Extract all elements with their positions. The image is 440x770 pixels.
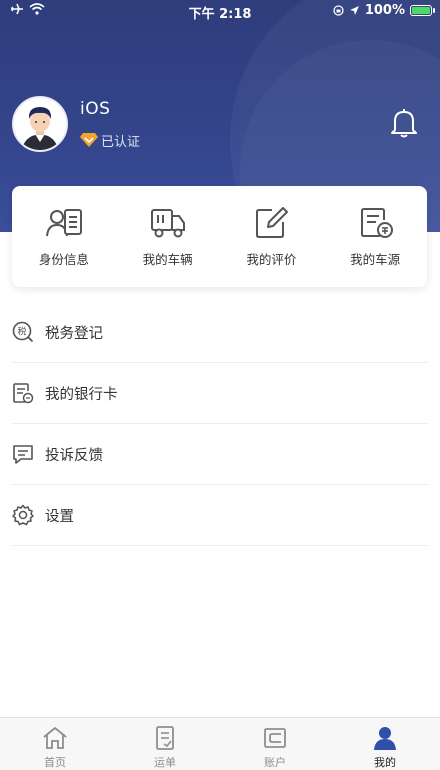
tax-icon: 税: [12, 321, 34, 343]
quick-action-reviews[interactable]: 我的评价: [220, 186, 324, 287]
profile-icon: [374, 727, 396, 750]
battery-icon: [410, 5, 435, 16]
tab-home[interactable]: 首页: [0, 718, 110, 770]
menu-item-label: 税务登记: [45, 325, 103, 342]
menu-item-settings[interactable]: 设置: [12, 485, 428, 546]
tab-label: 我的: [374, 756, 396, 769]
quick-action-label: 我的车源: [350, 252, 401, 267]
svg-text:税: 税: [17, 326, 26, 338]
battery-percent: 100%: [364, 3, 405, 18]
tab-account[interactable]: 账户: [220, 718, 330, 770]
quick-action-identity[interactable]: 身份信息: [12, 186, 116, 287]
username: iOS: [80, 98, 111, 119]
tab-waybill[interactable]: 运单: [110, 718, 220, 770]
quick-action-label: 身份信息: [38, 252, 89, 267]
lock-rotation-icon: [333, 5, 344, 16]
tab-bar: 首页 运单 账户 我的: [0, 717, 440, 770]
message-icon: [13, 445, 33, 464]
bank-card-icon: [13, 383, 34, 404]
verified-label: 已认证: [101, 134, 141, 150]
menu-item-label: 我的银行卡: [45, 386, 118, 403]
location-icon: [349, 6, 359, 15]
waybill-icon: [156, 726, 174, 750]
id-card-icon: [45, 209, 82, 237]
status-right: 100%: [333, 3, 435, 18]
verified-status: 已认证: [80, 131, 140, 150]
menu-item-tax[interactable]: 税 税务登记: [12, 302, 428, 363]
gear-icon: [12, 504, 34, 526]
quick-action-cargo[interactable]: 我的车源: [323, 186, 427, 287]
avatar[interactable]: [12, 96, 68, 152]
menu-item-feedback[interactable]: 投诉反馈: [12, 424, 428, 485]
menu-item-label: 投诉反馈: [45, 447, 103, 464]
quick-action-vehicles[interactable]: 我的车辆: [116, 186, 220, 287]
menu-list: 税 税务登记 我的银行卡 投诉反馈 设置: [12, 302, 428, 546]
wallet-icon: [264, 728, 286, 748]
verified-badge-icon: [80, 133, 98, 147]
menu-item-bank-card[interactable]: 我的银行卡: [12, 363, 428, 424]
user-info: iOS 已认证: [80, 99, 140, 150]
menu-item-label: 设置: [45, 508, 74, 525]
profile-section[interactable]: iOS 已认证: [12, 96, 140, 152]
status-bar: 下午 2:18 100%: [0, 0, 440, 22]
tab-mine[interactable]: 我的: [330, 718, 440, 770]
notification-bell-icon[interactable]: [390, 108, 418, 138]
quick-actions-card: 身份信息 我的车辆 我的评价 我的车源: [12, 186, 427, 287]
tab-label: 运单: [154, 756, 176, 769]
truck-icon: [150, 209, 185, 238]
tab-label: 账户: [264, 756, 286, 769]
document-icon: [361, 208, 394, 238]
quick-action-label: 我的车辆: [142, 252, 193, 267]
quick-action-label: 我的评价: [246, 252, 297, 267]
edit-icon: [256, 207, 289, 238]
tab-label: 首页: [44, 756, 66, 769]
home-icon: [43, 727, 67, 749]
